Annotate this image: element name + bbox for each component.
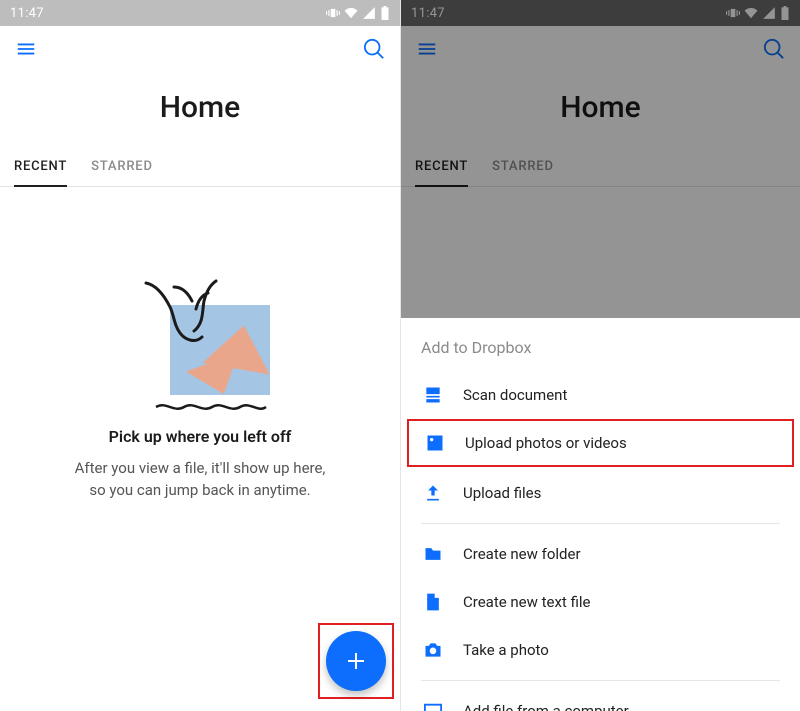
empty-heading: Pick up where you left off — [24, 427, 376, 446]
signal-icon — [762, 6, 776, 20]
tab-starred[interactable]: STARRED — [91, 149, 153, 186]
sheet-item-scan[interactable]: Scan document — [401, 371, 800, 419]
battery-icon — [780, 6, 790, 20]
sheet-item-upload-files[interactable]: Upload files — [401, 469, 800, 517]
folder-icon — [421, 542, 445, 566]
tab-recent[interactable]: RECENT — [415, 149, 468, 186]
empty-state: Pick up where you left off After you vie… — [0, 187, 400, 502]
screen-home: 11:47 Home RECENT STARRED — [0, 0, 400, 711]
search-button[interactable] — [758, 33, 790, 65]
page-title-wrap: Home — [401, 72, 800, 149]
divider — [421, 680, 780, 681]
status-bar: 11:47 — [401, 0, 800, 26]
menu-button[interactable] — [411, 33, 443, 65]
sheet-item-label: Scan document — [463, 386, 567, 404]
app-header — [401, 26, 800, 72]
camera-icon — [421, 638, 445, 662]
image-icon — [423, 431, 447, 455]
sheet-item-from-computer[interactable]: Add file from a computer — [401, 687, 800, 711]
status-icons — [326, 6, 390, 20]
tab-bar: RECENT STARRED — [401, 149, 800, 187]
sheet-item-label: Create new folder — [463, 545, 581, 563]
bottom-sheet: Add to Dropbox Scan document Upload phot… — [401, 318, 800, 711]
plus-icon — [344, 649, 368, 673]
sheet-item-label: Create new text file — [463, 593, 590, 611]
page-title: Home — [401, 90, 800, 125]
sheet-item-take-photo[interactable]: Take a photo — [401, 626, 800, 674]
empty-illustration — [110, 277, 290, 411]
status-bar: 11:47 — [0, 0, 400, 26]
status-time: 11:47 — [411, 6, 445, 21]
divider — [421, 523, 780, 524]
empty-body-2: so you can jump back in anytime. — [24, 480, 376, 502]
menu-button[interactable] — [10, 33, 42, 65]
wifi-icon — [344, 6, 358, 20]
file-icon — [421, 590, 445, 614]
tab-recent[interactable]: RECENT — [14, 149, 67, 186]
status-time: 11:47 — [10, 6, 44, 21]
search-button[interactable] — [358, 33, 390, 65]
upload-icon — [421, 481, 445, 505]
tab-bar: RECENT STARRED — [0, 149, 400, 187]
search-icon — [763, 38, 785, 60]
search-icon — [363, 38, 385, 60]
battery-icon — [380, 6, 390, 20]
tab-starred[interactable]: STARRED — [492, 149, 554, 186]
laptop-icon — [421, 699, 445, 711]
vibrate-icon — [326, 6, 340, 20]
wifi-icon — [744, 6, 758, 20]
sheet-title: Add to Dropbox — [401, 318, 800, 371]
vibrate-icon — [726, 6, 740, 20]
sheet-item-create-folder[interactable]: Create new folder — [401, 530, 800, 578]
sheet-item-label: Add file from a computer — [463, 702, 629, 711]
app-header — [0, 26, 400, 72]
sheet-item-label: Take a photo — [463, 641, 549, 659]
hamburger-icon — [15, 38, 37, 60]
scan-icon — [421, 383, 445, 407]
page-title-wrap: Home — [0, 72, 400, 149]
fab-add[interactable] — [326, 631, 386, 691]
page-title: Home — [0, 90, 400, 125]
fab-highlight — [318, 623, 394, 699]
hamburger-icon — [416, 38, 438, 60]
scribble-icon — [154, 399, 268, 411]
hands-icon — [134, 277, 254, 387]
sheet-item-create-text[interactable]: Create new text file — [401, 578, 800, 626]
sheet-item-label: Upload photos or videos — [465, 434, 627, 452]
sheet-item-upload-media[interactable]: Upload photos or videos — [407, 419, 794, 467]
signal-icon — [362, 6, 376, 20]
screen-add-sheet: 11:47 Home RECENT STARRED — [400, 0, 800, 711]
sheet-item-label: Upload files — [463, 484, 541, 502]
status-icons — [726, 6, 790, 20]
empty-body-1: After you view a file, it'll show up her… — [24, 458, 376, 480]
